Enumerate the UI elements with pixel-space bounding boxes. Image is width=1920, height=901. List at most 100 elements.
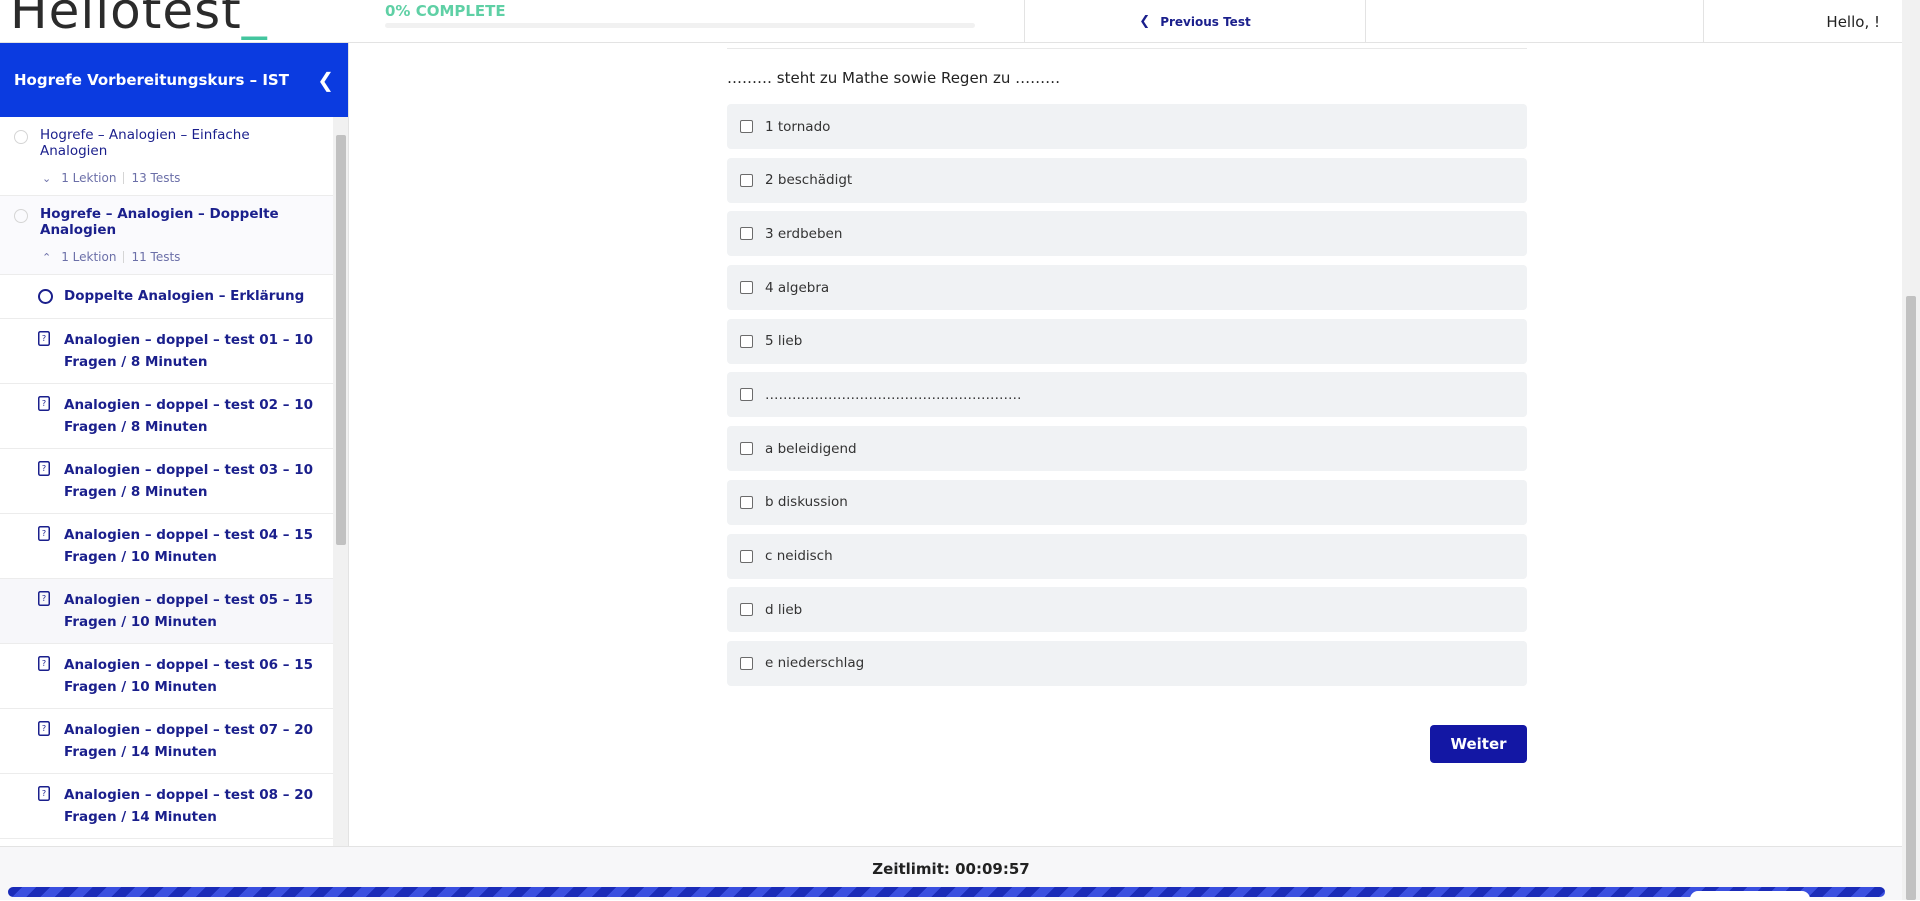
answer-checkbox[interactable] — [740, 656, 753, 670]
svg-text:?: ? — [42, 529, 46, 538]
previous-test-label: Previous Test — [1160, 14, 1251, 29]
tests-count: 11 Tests — [131, 250, 181, 264]
quiz-icon: ? — [38, 656, 54, 671]
sidebar-scrollbar[interactable] — [333, 117, 348, 846]
section-label: Hogrefe – Analogien – Einfache Analogien — [40, 127, 250, 159]
answer-label: 3 erdbeben — [765, 225, 843, 242]
svg-text:?: ? — [42, 464, 46, 473]
answer-option[interactable]: 5 lieb — [727, 318, 1527, 364]
section-label: Hogrefe – Analogien – Doppelte Analogien — [40, 206, 279, 238]
answer-option[interactable]: a beleidigend — [727, 426, 1527, 472]
answer-checkbox[interactable] — [740, 120, 753, 133]
answer-label: ………………………………………………… — [765, 386, 1022, 403]
sidebar-scrollbar-thumb[interactable] — [336, 135, 346, 545]
chevron-up-icon: ⌃ — [42, 250, 52, 264]
sidebar-item-test-07[interactable]: ? Analogien – doppel – test 07 – 20 Frag… — [0, 709, 333, 774]
course-header: Hogrefe Vorbereitungskurs – IST ❮ — [0, 43, 348, 117]
sidebar-list: Hogrefe – Analogien – Einfache Analogien… — [0, 117, 333, 839]
answer-options: 1 tornado 2 beschädigt 3 erdbeben 4 alge… — [727, 104, 1527, 695]
logo-mark: _ — [241, 0, 268, 40]
quiz-icon: ? — [38, 461, 54, 476]
answer-checkbox[interactable] — [740, 334, 753, 348]
top-bar: Hellotest_ 0% COMPLETE ❮ Previous Test H… — [0, 0, 1902, 43]
section-meta-toggle[interactable]: ⌄ 1 Lektion 13 Tests — [0, 165, 333, 196]
svg-text:?: ? — [42, 594, 46, 603]
answer-label: 4 algebra — [765, 279, 830, 296]
next-test-slot — [1365, 0, 1703, 43]
answer-label: 2 beschädigt — [765, 172, 853, 189]
collapse-sidebar-icon[interactable]: ❮ — [317, 68, 334, 92]
circle-icon — [38, 287, 54, 308]
sidebar-item-test-03[interactable]: ? Analogien – doppel – test 03 – 10 Frag… — [0, 449, 333, 514]
section-meta-toggle[interactable]: ⌃ 1 Lektion 11 Tests — [0, 244, 333, 275]
sidebar-item-erklaerung[interactable]: Doppelte Analogien – Erklärung — [0, 275, 333, 319]
svg-text:?: ? — [42, 334, 46, 343]
quiz-icon: ? — [38, 331, 54, 346]
previous-test-button[interactable]: ❮ Previous Test — [1024, 0, 1365, 43]
time-limit: Zeitlimit: 00:09:57 — [872, 860, 1030, 878]
answer-label: c neidisch — [765, 548, 833, 564]
chevron-left-icon: ❮ — [1139, 14, 1151, 29]
answer-option[interactable]: ………………………………………………… — [727, 372, 1527, 418]
answer-label: 5 lieb — [765, 333, 803, 350]
answer-option[interactable]: d lieb — [727, 587, 1527, 633]
answer-option[interactable]: 3 erdbeben — [727, 211, 1527, 257]
sidebar-section-doppelte-analogien[interactable]: Hogrefe – Analogien – Doppelte Analogien — [0, 196, 333, 244]
answer-option[interactable]: 1 tornado — [727, 104, 1527, 149]
answer-checkbox[interactable] — [740, 281, 753, 295]
sidebar-item-label: Analogien – doppel – test 04 – 15 Fragen… — [64, 527, 313, 565]
section-status-icon — [14, 130, 28, 144]
user-greeting[interactable]: Hello, ! — [1703, 0, 1902, 43]
greeting-text: Hello, ! — [1826, 12, 1880, 31]
course-title: Hogrefe Vorbereitungskurs – IST — [14, 71, 289, 89]
page-scrollbar[interactable] — [1902, 0, 1920, 900]
answer-checkbox[interactable] — [740, 173, 753, 187]
answer-checkbox[interactable] — [740, 442, 753, 456]
answer-checkbox[interactable] — [740, 549, 753, 563]
quiz-icon: ? — [38, 396, 54, 411]
page-scrollbar-thumb[interactable] — [1906, 296, 1916, 900]
next-button[interactable]: Weiter — [1430, 725, 1527, 763]
answer-option[interactable]: e niederschlag — [727, 640, 1527, 686]
answer-option[interactable]: b diskussion — [727, 479, 1527, 525]
sidebar-item-test-08[interactable]: ? Analogien – doppel – test 08 – 20 Frag… — [0, 774, 333, 839]
sidebar-item-test-04[interactable]: ? Analogien – doppel – test 04 – 15 Frag… — [0, 514, 333, 579]
sidebar-item-label: Analogien – doppel – test 05 – 15 Fragen… — [64, 592, 313, 630]
sidebar-item-label: Analogien – doppel – test 02 – 10 Fragen… — [64, 397, 313, 435]
sidebar-item-label: Doppelte Analogien – Erklärung — [64, 288, 305, 304]
progress-label: 0% COMPLETE — [385, 2, 506, 20]
logo-text: Hellotest — [10, 0, 242, 40]
meta-separator — [123, 251, 125, 263]
answer-label: b diskussion — [765, 494, 848, 511]
answer-option[interactable]: 2 beschädigt — [727, 157, 1527, 203]
svg-text:?: ? — [42, 789, 46, 798]
chevron-down-icon: ⌄ — [42, 171, 52, 185]
sidebar-item-test-05[interactable]: ? Analogien – doppel – test 05 – 15 Frag… — [0, 579, 333, 644]
sidebar-item-test-02[interactable]: ? Analogien – doppel – test 02 – 10 Frag… — [0, 384, 333, 449]
answer-label: 1 tornado — [765, 118, 831, 135]
answer-option[interactable]: 4 algebra — [727, 265, 1527, 311]
meta-separator — [123, 172, 125, 184]
lessons-count: 1 Lektion — [61, 171, 117, 185]
quiz-icon: ? — [38, 591, 54, 606]
lessons-count: 1 Lektion — [61, 250, 117, 264]
divider — [727, 48, 1527, 49]
logo[interactable]: Hellotest_ — [10, 0, 268, 38]
answer-checkbox[interactable] — [740, 603, 753, 617]
answer-checkbox[interactable] — [740, 388, 753, 402]
sidebar-section-einfache-analogien[interactable]: Hogrefe – Analogien – Einfache Analogien — [0, 117, 333, 165]
quiz-content: ……… steht zu Mathe sowie Regen zu ……… 1 … — [349, 43, 1902, 846]
timer-footer: Zeitlimit: 00:09:57 — [0, 846, 1902, 901]
sidebar-item-test-01[interactable]: ? Analogien – doppel – test 01 – 10 Frag… — [0, 319, 333, 384]
quiz-icon: ? — [38, 721, 54, 736]
sidebar-item-test-06[interactable]: ? Analogien – doppel – test 06 – 15 Frag… — [0, 644, 333, 709]
answer-checkbox[interactable] — [740, 227, 753, 241]
answer-checkbox[interactable] — [740, 495, 753, 509]
quiz-icon: ? — [38, 526, 54, 541]
answer-label: a beleidigend — [765, 440, 857, 457]
sidebar-item-label: Analogien – doppel – test 08 – 20 Fragen… — [64, 787, 313, 825]
sidebar-item-label: Analogien – doppel – test 06 – 15 Fragen… — [64, 657, 313, 695]
answer-option[interactable]: c neidisch — [727, 533, 1527, 579]
answer-label: e niederschlag — [765, 655, 865, 672]
svg-text:?: ? — [42, 399, 46, 408]
